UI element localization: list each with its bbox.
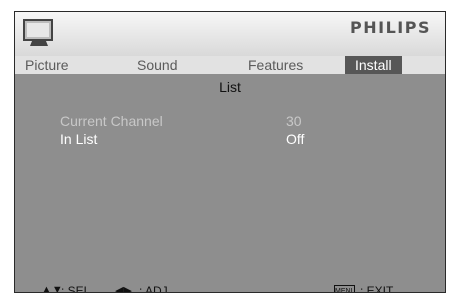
tab-picture[interactable]: Picture	[25, 56, 69, 74]
tab-sound[interactable]: Sound	[137, 56, 177, 74]
osd-header: PHILIPS	[15, 12, 445, 56]
left-right-arrows-icon: ◀▶	[115, 285, 132, 293]
exit-hint: : EXIT	[360, 284, 394, 293]
setting-value: Off	[286, 131, 305, 147]
setting-label: In List	[60, 131, 98, 147]
setting-in-list[interactable]: In List Off	[60, 131, 304, 147]
menu-key-icon: MENU	[334, 285, 356, 292]
setting-label: Current Channel	[60, 113, 163, 129]
setting-value: 30	[286, 113, 302, 129]
section-title: List	[219, 79, 241, 95]
setting-current-channel[interactable]: Current Channel 30	[60, 113, 302, 129]
up-down-arrows-icon: ▲▼	[41, 284, 63, 293]
tab-install[interactable]: Install	[345, 56, 402, 74]
sel-hint: : SEL	[61, 284, 91, 293]
tab-features[interactable]: Features	[248, 56, 303, 74]
osd-footer: ▲▼ : SEL ◀▶ : ADJ MENU : EXIT	[15, 284, 445, 293]
adj-hint: : ADJ	[139, 284, 168, 293]
brand-logo: PHILIPS	[350, 18, 431, 37]
tv-osd-menu: PHILIPS Picture Sound Features Install L…	[14, 11, 446, 293]
menu-tabs: Picture Sound Features Install	[15, 56, 445, 74]
tv-icon	[23, 19, 53, 46]
